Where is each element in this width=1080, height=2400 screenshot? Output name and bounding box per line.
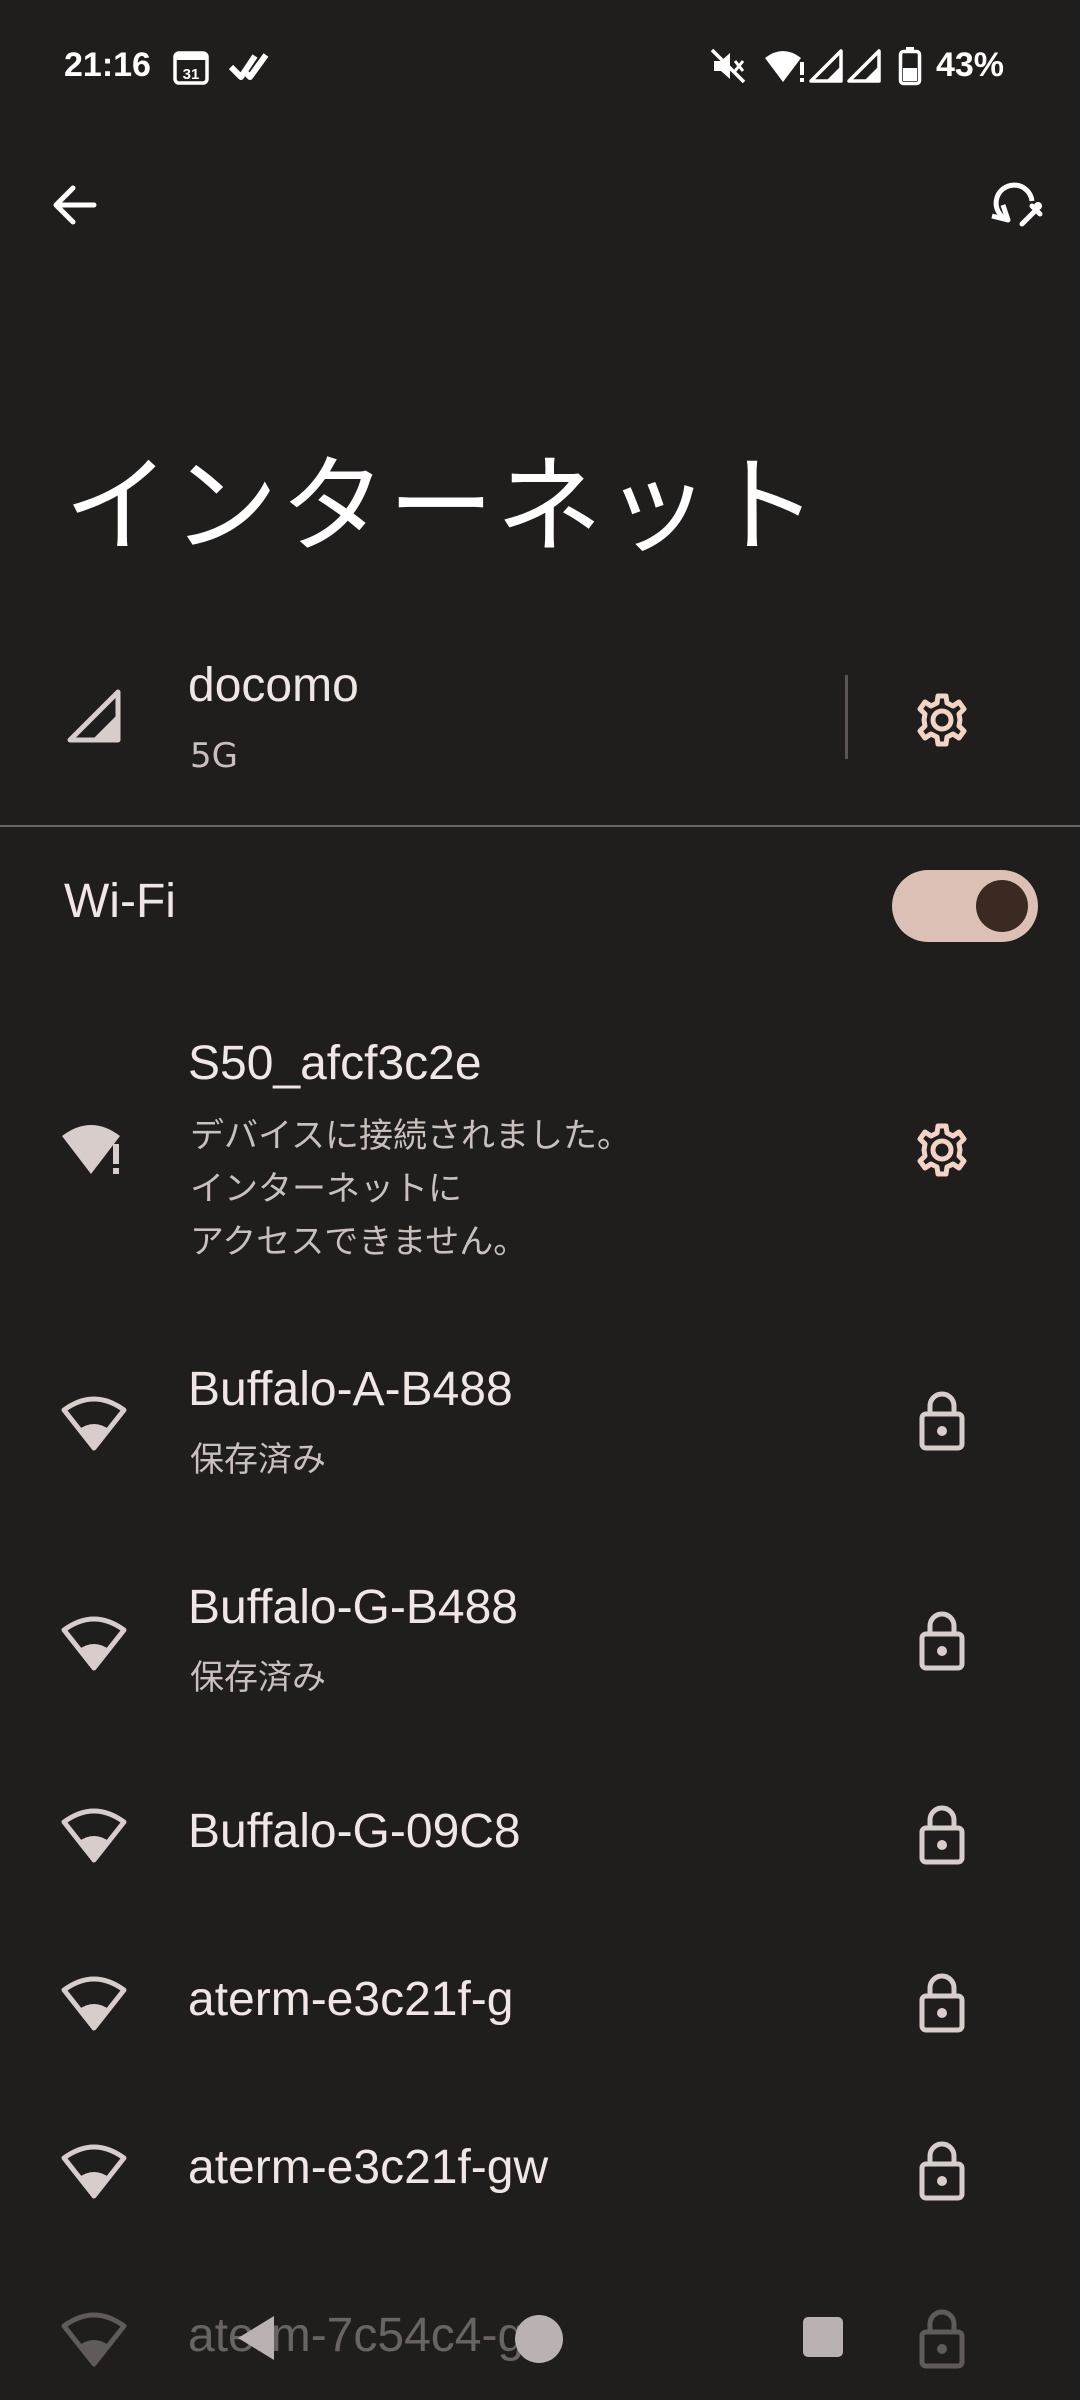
wifi-network-item[interactable]: aterm-e3c21f-gw	[0, 2116, 1080, 2226]
arrow-back-icon[interactable]	[48, 178, 102, 232]
wifi-ssid: aterm-e3c21f-gw	[188, 2141, 549, 2194]
page-title: インターネット	[64, 445, 820, 568]
back-triangle-icon[interactable]	[232, 2312, 280, 2364]
wifi-toggle[interactable]	[892, 870, 1038, 942]
signal-icon	[847, 49, 881, 83]
lock-icon	[919, 1611, 965, 1671]
wifi-icon	[61, 1396, 127, 1451]
home-circle-icon[interactable]	[512, 2312, 566, 2366]
network-reset-icon[interactable]	[988, 176, 1046, 234]
lock-icon	[919, 1391, 965, 1451]
wifi-icon	[61, 1976, 127, 2031]
wifi-status-line: デバイスに接続されました。	[190, 1116, 631, 1156]
gear-icon[interactable]	[912, 690, 972, 750]
network-type: 5G	[190, 736, 238, 776]
battery-percentage: 43%	[935, 46, 1004, 84]
lock-icon	[919, 1805, 965, 1865]
wifi-icon	[61, 2312, 127, 2367]
lock-icon	[919, 1973, 965, 2033]
wifi-status: 保存済み	[190, 1440, 326, 1480]
calendar-icon: 31	[173, 51, 209, 85]
wifi-status-line: アクセスできません。	[190, 1222, 528, 1262]
signal-icon	[809, 49, 843, 83]
carrier-name: docomo	[188, 659, 359, 712]
wifi-ssid: aterm-e3c21f-g	[188, 1973, 514, 2026]
recents-square-icon[interactable]	[800, 2314, 846, 2360]
check-icon	[228, 53, 269, 80]
wifi-icon	[61, 1808, 127, 1863]
signal-icon	[67, 689, 121, 743]
vertical-divider	[845, 675, 848, 759]
status-time: 21:16	[64, 46, 151, 84]
wifi-network-item[interactable]: Buffalo-A-B488 保存済み	[0, 1350, 1080, 1500]
wifi-ssid: Buffalo-G-B488	[188, 1581, 518, 1634]
wifi-ssid: S50_afcf3c2e	[188, 1037, 482, 1090]
section-divider	[0, 825, 1080, 827]
toggle-knob	[976, 880, 1028, 932]
wifi-network-item[interactable]: Buffalo-G-09C8	[0, 1780, 1080, 1890]
wifi-ssid: Buffalo-G-09C8	[188, 1805, 521, 1858]
wifi-alert-icon	[765, 51, 804, 82]
battery-icon	[898, 47, 922, 86]
wifi-status: 保存済み	[190, 1658, 326, 1698]
wifi-icon	[61, 1616, 127, 1671]
lock-icon	[919, 2309, 965, 2369]
wifi-network-item[interactable]: Buffalo-G-B488 保存済み	[0, 1570, 1080, 1720]
wifi-label: Wi-Fi	[64, 875, 176, 928]
lock-icon	[919, 2141, 965, 2201]
mute-icon	[710, 48, 746, 84]
wifi-network-item[interactable]: S50_afcf3c2e デバイスに接続されました。 インターネットに アクセス…	[0, 1020, 880, 1270]
wifi-network-item[interactable]: aterm-e3c21f-g	[0, 1948, 1080, 2058]
wifi-ssid: Buffalo-A-B488	[188, 1363, 513, 1416]
gear-icon[interactable]	[912, 1120, 972, 1180]
svg-text:31: 31	[183, 66, 200, 83]
wifi-icon	[61, 2144, 127, 2199]
wifi-status-line: インターネットに	[190, 1169, 462, 1209]
wifi-alert-icon	[62, 1125, 120, 1174]
mobile-network-row[interactable]: docomo 5G	[0, 640, 840, 790]
